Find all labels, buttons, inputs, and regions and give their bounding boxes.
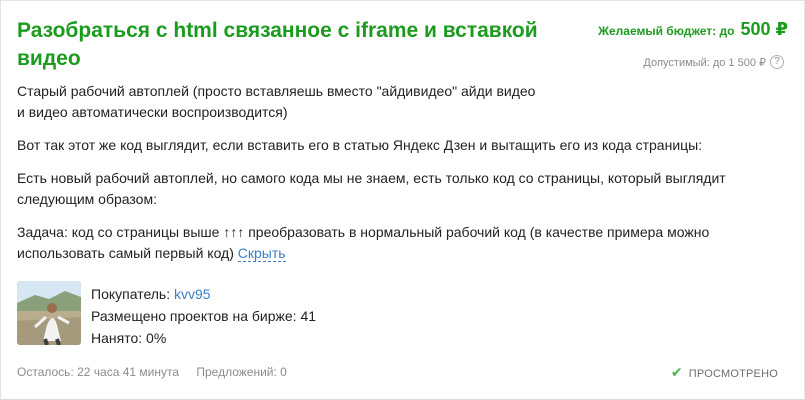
buyer-row: Покупатель: kvv95 [91, 283, 411, 305]
project-title[interactable]: Разобраться с html связанное с iframe и … [17, 17, 557, 73]
viewed-label: ПРОСМОТРЕНО [688, 368, 778, 380]
desired-budget-amount: 500 ₽ [740, 19, 788, 39]
buyer-label: Покупатель: [91, 286, 171, 302]
budget-block: Желаемый бюджет: до 500 ₽ [598, 19, 788, 40]
task-text: Задача: код со страницы выше ↑↑↑ преобра… [17, 224, 710, 261]
buyer-info: Покупатель: kvv95 Размещено проектов на … [91, 283, 411, 349]
desired-budget: Желаемый бюджет: до 500 ₽ [598, 19, 788, 40]
offers-count: Предложений: 0 [196, 365, 287, 379]
projects-count: Размещено проектов на бирже: 41 [91, 308, 317, 324]
project-description: Старый рабочий автоплей (просто вставляе… [17, 81, 787, 276]
description-paragraph: Старый рабочий автоплей (просто вставляе… [17, 83, 536, 120]
project-footer: Осталось: 22 часа 41 минута Предложений:… [17, 365, 301, 379]
buyer-avatar[interactable] [17, 281, 81, 345]
time-left: Осталось: 22 часа 41 минута [17, 365, 180, 379]
desired-budget-label: Желаемый бюджет: до [598, 24, 735, 38]
hired-rate: Нанято: 0% [91, 330, 167, 346]
buyer-name-link[interactable]: kvv95 [174, 286, 211, 302]
hide-description-link[interactable]: Скрыть [237, 245, 286, 262]
avatar-photo [17, 281, 81, 345]
description-paragraph: Вот так этот же код выглядит, если встав… [17, 137, 703, 153]
project-card: Разобраться с html связанное с iframe и … [0, 0, 805, 400]
description-paragraph-task: Задача: код со страницы выше ↑↑↑ преобра… [17, 222, 787, 264]
help-icon[interactable]: ? [770, 55, 784, 69]
allowed-budget: Допустимый: до 1 500 ₽ [643, 57, 766, 69]
viewed-status: ✔ ПРОСМОТРЕНО [671, 364, 778, 381]
checkmark-icon: ✔ [670, 364, 683, 380]
description-paragraph: Есть новый рабочий автоплей, но самого к… [17, 170, 726, 207]
